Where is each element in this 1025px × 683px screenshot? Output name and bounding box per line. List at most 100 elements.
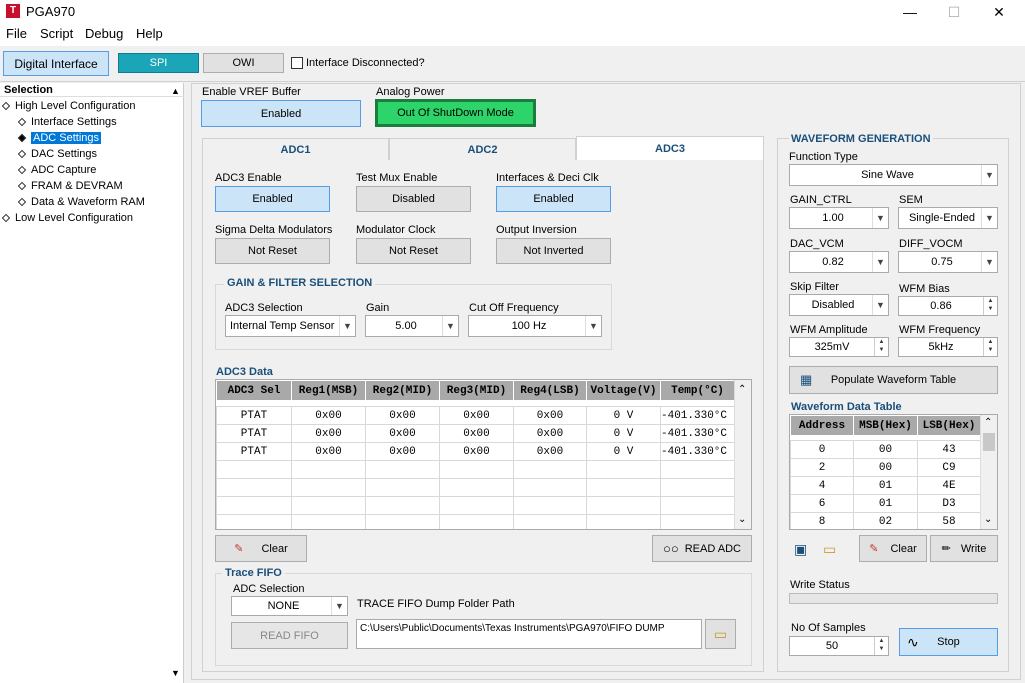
adc3-data-scrollbar[interactable] <box>734 380 751 529</box>
column-header[interactable]: Address <box>790 415 854 436</box>
menu-file[interactable]: File <box>6 26 27 41</box>
interfaces-deci-button[interactable]: Enabled <box>496 186 611 212</box>
adc3-selection-dropdown[interactable]: Internal Temp Sensor ▼ <box>225 315 356 337</box>
tree-scroll-down-icon[interactable]: ▼ <box>171 668 180 678</box>
adc-selection-dropdown[interactable]: NONE ▼ <box>231 596 348 616</box>
sem-dropdown[interactable]: Single-Ended ▼ <box>898 207 998 229</box>
table-cell: PTAT <box>216 424 292 443</box>
analog-power-button[interactable]: Out Of ShutDown Mode <box>375 99 536 127</box>
adc3-enable-button[interactable]: Enabled <box>215 186 330 212</box>
table-row[interactable]: PTAT 0x00 0x00 0x00 0x00 0 V -401.330°C <box>216 442 735 461</box>
adc-selection-value: NONE <box>267 600 300 612</box>
tree-item-dac-settings[interactable]: DAC Settings <box>17 148 97 160</box>
column-header[interactable]: LSB(Hex) <box>917 415 981 436</box>
table-row[interactable]: PTAT 0x00 0x00 0x00 0x00 0 V -401.330°C <box>216 406 735 425</box>
tree-item-high-level[interactable]: High Level Configuration <box>1 100 136 112</box>
scrollbar-thumb[interactable] <box>983 433 995 451</box>
table-row[interactable]: 2 00 C9 <box>790 458 981 477</box>
table-row[interactable]: 0 00 43 <box>790 440 981 459</box>
column-header[interactable]: Voltage(V) <box>586 380 661 401</box>
table-cell: 0x00 <box>439 442 514 461</box>
maximize-button[interactable]: ☐ <box>943 3 965 21</box>
diff-vocm-dropdown[interactable]: 0.75 ▼ <box>898 251 998 273</box>
chevron-down-icon[interactable]: ⌄ <box>738 514 746 525</box>
tree-item-label: Interface Settings <box>31 116 117 128</box>
test-mux-button[interactable]: Disabled <box>356 186 471 212</box>
cutoff-dropdown[interactable]: 100 Hz ▼ <box>468 315 602 337</box>
modulator-clock-button[interactable]: Not Reset <box>356 238 471 264</box>
minimize-button[interactable]: — <box>899 3 921 21</box>
skip-filter-dropdown[interactable]: Disabled ▼ <box>789 294 889 316</box>
output-inversion-button[interactable]: Not Inverted <box>496 238 611 264</box>
populate-waveform-button[interactable]: ▦ Populate Waveform Table <box>789 366 998 394</box>
digital-interface-button[interactable]: Digital Interface <box>3 51 109 76</box>
stop-button[interactable]: ∿ Stop <box>899 628 998 656</box>
tree-item-fram-devram[interactable]: FRAM & DEVRAM <box>17 180 123 192</box>
column-header[interactable]: Reg3(MID) <box>439 380 514 401</box>
column-header[interactable]: Reg1(MSB) <box>291 380 366 401</box>
table-row[interactable]: 4 01 4E <box>790 476 981 495</box>
wfm-frequency-spinner[interactable]: 5kHz ▲ ▼ <box>898 337 998 357</box>
tab-adc3[interactable]: ADC3 <box>576 136 764 161</box>
wfm-amplitude-spinner[interactable]: 325mV ▲ ▼ <box>789 337 889 357</box>
table-row[interactable]: 8 02 58 <box>790 512 981 529</box>
gain-ctrl-dropdown[interactable]: 1.00 ▼ <box>789 207 889 229</box>
table-row[interactable]: PTAT 0x00 0x00 0x00 0x00 0 V -401.330°C <box>216 424 735 443</box>
waveform-write-button[interactable]: ✏ Write <box>930 535 998 562</box>
cutoff-value: 100 Hz <box>511 320 547 332</box>
wfm-bias-spinner[interactable]: 0.86 ▲ ▼ <box>898 296 998 316</box>
interface-disconnected-checkbox[interactable] <box>291 57 303 69</box>
spinner-arrows-icon[interactable]: ▲ ▼ <box>874 338 888 356</box>
spinner-arrows-icon[interactable]: ▲ ▼ <box>874 637 888 655</box>
spinner-arrows-icon[interactable]: ▲ ▼ <box>983 297 997 315</box>
table-row[interactable] <box>216 496 735 515</box>
table-cell: 8 <box>790 512 854 529</box>
column-header[interactable]: Temp(°C) <box>660 380 735 401</box>
waveform-data-table[interactable]: Address MSB(Hex) LSB(Hex) 0 00 43 2 00 C9 40… <box>789 414 998 530</box>
column-header[interactable]: Reg4(LSB) <box>513 380 587 401</box>
menu-debug[interactable]: Debug <box>85 26 123 41</box>
tree-scroll-up-icon[interactable]: ▲ <box>171 86 180 96</box>
function-type-dropdown[interactable]: Sine Wave ▼ <box>789 164 998 186</box>
chevron-down-icon[interactable]: ⌄ <box>984 514 992 525</box>
tab-adc2[interactable]: ADC2 <box>389 138 576 161</box>
open-folder-icon[interactable]: ▭ <box>823 541 836 558</box>
browse-folder-button[interactable]: ▭ <box>705 619 736 649</box>
gain-dropdown[interactable]: 5.00 ▼ <box>365 315 459 337</box>
table-row[interactable] <box>216 514 735 529</box>
table-row[interactable]: 6 01 D3 <box>790 494 981 513</box>
tab-adc1[interactable]: ADC1 <box>202 138 389 161</box>
tree-item-interface-settings[interactable]: Interface Settings <box>17 116 117 128</box>
table-row[interactable] <box>216 460 735 479</box>
read-adc-button[interactable]: ○○ READ ADC <box>652 535 752 562</box>
tree-item-low-level[interactable]: Low Level Configuration <box>1 212 133 224</box>
fifo-path-input[interactable]: C:\Users\Public\Documents\Texas Instrume… <box>356 619 702 649</box>
samples-spinner[interactable]: 50 ▲ ▼ <box>789 636 889 656</box>
column-header[interactable]: MSB(Hex) <box>853 415 918 436</box>
spi-button[interactable]: SPI <box>118 53 199 73</box>
tree-item-label: High Level Configuration <box>15 100 136 112</box>
column-header[interactable]: ADC3 Sel <box>216 380 292 401</box>
menu-help[interactable]: Help <box>136 26 163 41</box>
menu-script[interactable]: Script <box>40 26 73 41</box>
chevron-up-icon[interactable]: ⌃ <box>984 417 992 428</box>
sem-value: Single-Ended <box>908 212 976 224</box>
tree-item-adc-settings[interactable]: ADC Settings <box>17 132 102 144</box>
vref-button[interactable]: Enabled <box>201 100 361 127</box>
tree-item-data-waveform-ram[interactable]: Data & Waveform RAM <box>17 196 145 208</box>
close-button[interactable]: ✕ <box>988 3 1010 21</box>
tree-item-adc-capture[interactable]: ADC Capture <box>17 164 96 176</box>
adc-clear-button[interactable]: ✎ Clear <box>215 535 307 562</box>
table-cell: 0x00 <box>439 406 514 425</box>
owi-button[interactable]: OWI <box>203 53 284 73</box>
adc3-data-table[interactable]: ADC3 Sel Reg1(MSB) Reg2(MID) Reg3(MID) R… <box>215 379 752 530</box>
save-icon[interactable]: ▣ <box>794 541 807 558</box>
chevron-up-icon[interactable]: ⌃ <box>738 384 746 395</box>
table-row[interactable] <box>216 478 735 497</box>
read-fifo-button[interactable]: READ FIFO <box>231 622 348 649</box>
spinner-arrows-icon[interactable]: ▲ ▼ <box>983 338 997 356</box>
column-header[interactable]: Reg2(MID) <box>365 380 440 401</box>
dac-vcm-dropdown[interactable]: 0.82 ▼ <box>789 251 889 273</box>
waveform-clear-button[interactable]: ✎ Clear <box>859 535 927 562</box>
sdm-button[interactable]: Not Reset <box>215 238 330 264</box>
